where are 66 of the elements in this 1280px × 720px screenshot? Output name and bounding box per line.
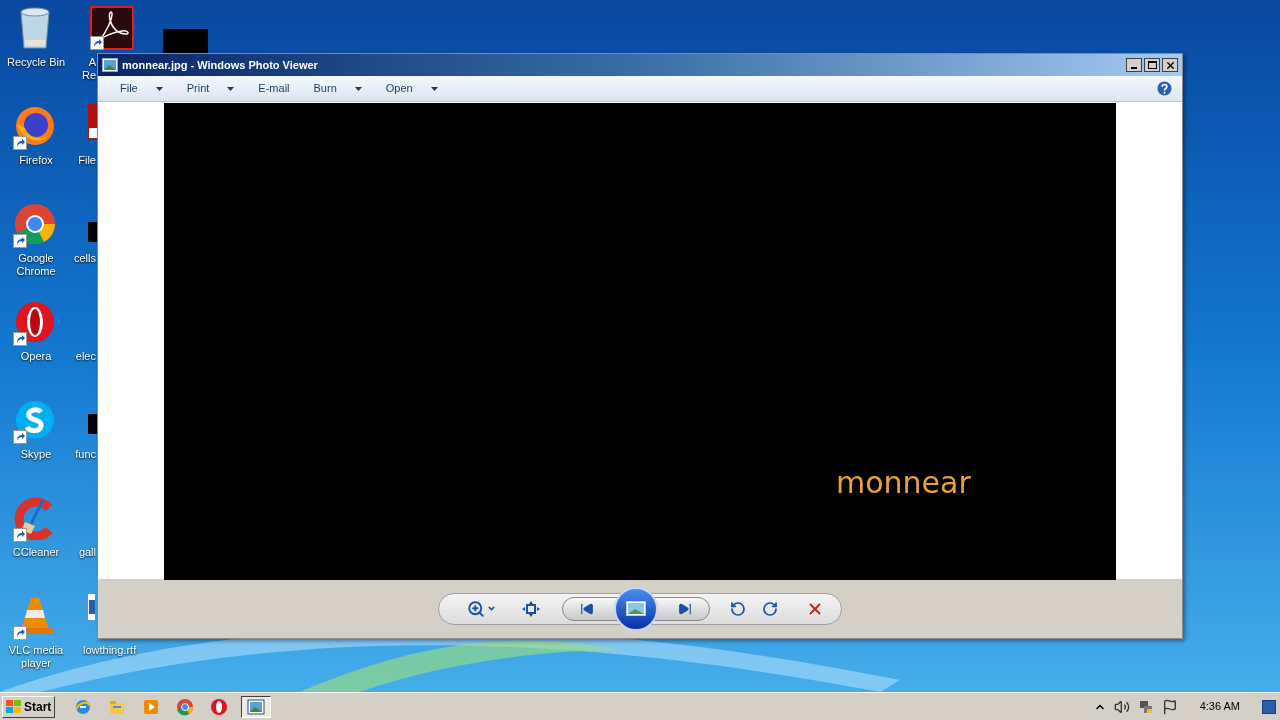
photo-viewer-icon (102, 58, 118, 72)
previous-icon (580, 601, 594, 616)
rotate-left-button[interactable] (730, 600, 746, 617)
menu-button[interactable]: Print (177, 77, 244, 100)
app-icon[interactable] (13, 202, 57, 246)
window-title: monnear.jpg - Windows Photo Viewer (122, 57, 318, 73)
volume-icon[interactable] (1113, 698, 1130, 715)
browser-e-icon (74, 697, 93, 716)
network-icon[interactable] (1137, 698, 1154, 715)
thumbnail-icon[interactable] (163, 29, 208, 53)
icon-label[interactable]: Firefox (6, 154, 66, 167)
close-icon (1164, 59, 1176, 71)
icon-label[interactable]: Re (81, 69, 96, 82)
zoom-in-icon (467, 599, 485, 618)
icon-label[interactable]: Recycle Bin (6, 56, 66, 69)
icon-label[interactable]: File (78, 154, 96, 167)
icon-label[interactable]: A (88, 56, 96, 69)
chrome-icon (176, 697, 195, 716)
dropdown-caret-icon (227, 86, 235, 91)
dropdown-caret-icon (354, 86, 362, 91)
action-center-flag-icon[interactable] (1161, 698, 1178, 715)
app-icon[interactable] (13, 104, 57, 148)
icon-label[interactable]: Opera (6, 350, 66, 363)
menu-button[interactable]: E-mail (249, 77, 299, 100)
menu-button[interactable]: File (111, 77, 172, 100)
icon-label[interactable]: cells (74, 252, 96, 265)
menu-button[interactable]: Burn (304, 77, 371, 100)
previous-button[interactable] (562, 596, 620, 621)
clock[interactable]: 4:36 AM (1199, 698, 1240, 715)
slideshow-button[interactable] (614, 586, 658, 631)
start-button[interactable]: Start (2, 695, 56, 718)
maximize-button[interactable] (1144, 58, 1160, 72)
next-icon (678, 601, 692, 616)
fit-to-window-button[interactable] (522, 600, 540, 617)
next-button[interactable] (652, 596, 710, 621)
minimize-button[interactable] (1126, 58, 1142, 72)
rotate-left-icon (730, 600, 746, 617)
opera-icon (210, 697, 229, 716)
show-desktop-button[interactable] (1262, 699, 1276, 714)
minimize-icon (1131, 67, 1137, 69)
menu-button[interactable]: Open (376, 77, 447, 100)
rotate-right-icon (762, 600, 778, 617)
maximize-icon (1147, 61, 1157, 69)
dropdown-caret-icon (155, 86, 163, 91)
taskbar-button[interactable] (241, 695, 272, 718)
image-text: monnear (836, 464, 971, 502)
windows-logo-icon (6, 699, 22, 714)
caret-icon (487, 604, 496, 613)
app-icon[interactable] (13, 300, 57, 344)
rotate-right-button[interactable] (762, 600, 778, 617)
fit-to-window-icon (522, 600, 540, 617)
slideshow-icon (626, 601, 646, 616)
app-icon[interactable] (13, 398, 57, 442)
file-icon[interactable] (88, 594, 95, 620)
help-icon[interactable] (1157, 81, 1172, 96)
icon-label[interactable]: func (75, 448, 96, 461)
icon-label[interactable]: Google Chrome (6, 252, 66, 278)
file-icon[interactable] (88, 104, 97, 140)
dropdown-caret-icon (430, 86, 438, 91)
photo-viewer-icon (247, 698, 266, 715)
media-player-icon (142, 697, 161, 716)
icon-label[interactable]: Skype (6, 448, 66, 461)
icon-label[interactable]: elec (75, 350, 96, 363)
file-icon[interactable] (90, 6, 134, 50)
close-button[interactable] (1162, 58, 1178, 72)
zoom-button[interactable] (467, 599, 496, 618)
